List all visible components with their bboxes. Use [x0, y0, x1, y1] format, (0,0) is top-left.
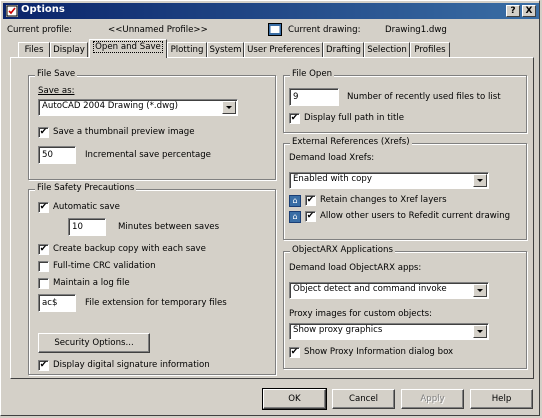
window-title: Options: [21, 4, 65, 15]
options-app-icon: [6, 5, 18, 17]
cancel-button[interactable]: Cancel: [332, 389, 395, 409]
tab-profiles[interactable]: Profiles: [410, 42, 450, 57]
chevron-down-icon[interactable]: [473, 284, 487, 297]
incremental-save-label: Incremental save percentage: [85, 150, 211, 160]
recent-files-input[interactable]: 9: [289, 88, 339, 106]
tab-display[interactable]: Display: [50, 42, 88, 57]
security-options-button[interactable]: Security Options...: [38, 333, 150, 353]
recent-files-label: Number of recently used files to list: [347, 92, 501, 102]
signature-checkbox[interactable]: ✔: [38, 360, 49, 371]
demand-load-xrefs-label: Demand load Xrefs:: [289, 153, 375, 163]
ok-button[interactable]: OK: [262, 388, 327, 410]
retain-xref-label: Retain changes to Xref layers: [320, 195, 447, 205]
tab-panel: File Save Save as: AutoCAD 2004 Drawing …: [10, 57, 534, 379]
drawing-icon: [268, 23, 282, 36]
proxy-images-value: Show proxy graphics: [293, 325, 383, 335]
file-save-group: File Save Save as: AutoCAD 2004 Drawing …: [28, 69, 276, 180]
demand-load-arx-dropdown[interactable]: Object detect and command invoke: [289, 282, 489, 299]
file-safety-group: File Safety Precautions ✔ Automatic save…: [28, 183, 276, 375]
show-proxy-label: Show Proxy Information dialog box: [304, 347, 454, 357]
xref-icon: ⌂: [289, 195, 301, 207]
objectarx-title: ObjectARX Applications: [290, 245, 395, 255]
tab-selection[interactable]: Selection: [364, 42, 410, 57]
current-profile-value: <<Unnamed Profile>>: [108, 25, 208, 35]
refedit-icon: ⌂: [289, 211, 301, 223]
thumbnail-label: Save a thumbnail preview image: [53, 127, 195, 137]
allow-refedit-label: Allow other users to Refedit current dra…: [320, 211, 511, 221]
help-title-button[interactable]: ?: [506, 5, 520, 17]
current-drawing-value: Drawing1.dwg: [385, 25, 447, 35]
file-save-title: File Save: [35, 69, 78, 79]
objectarx-group: ObjectARX Applications Demand load Objec…: [283, 245, 527, 369]
xrefs-group: External References (Xrefs) Demand load …: [283, 137, 527, 240]
proxy-images-dropdown[interactable]: Show proxy graphics: [289, 323, 489, 340]
minutes-label: Minutes between saves: [118, 222, 220, 232]
xrefs-title: External References (Xrefs): [290, 137, 412, 147]
file-open-group: File Open 9 Number of recently used file…: [283, 69, 527, 133]
thumbnail-checkbox[interactable]: ✔: [38, 127, 49, 138]
tab-user-preferences[interactable]: User Preferences: [244, 42, 323, 57]
tab-drafting[interactable]: Drafting: [323, 42, 364, 57]
chevron-down-icon[interactable]: [222, 101, 236, 114]
save-as-label: Save as:: [38, 86, 75, 96]
backup-label: Create backup copy with each save: [53, 244, 206, 254]
automatic-save-label: Automatic save: [53, 202, 120, 212]
crc-checkbox[interactable]: [38, 261, 49, 272]
allow-refedit-checkbox[interactable]: ✔: [305, 211, 316, 222]
retain-xref-checkbox[interactable]: ✔: [305, 195, 316, 206]
chevron-down-icon[interactable]: [473, 174, 487, 187]
close-button[interactable]: X: [522, 5, 536, 17]
log-checkbox[interactable]: [38, 278, 49, 289]
full-path-label: Display full path in title: [304, 113, 405, 123]
chevron-down-icon[interactable]: [473, 325, 487, 338]
file-safety-title: File Safety Precautions: [35, 183, 137, 193]
file-open-title: File Open: [290, 69, 335, 79]
current-profile-label: Current profile:: [7, 25, 73, 35]
save-as-dropdown[interactable]: AutoCAD 2004 Drawing (*.dwg): [38, 99, 238, 116]
full-path-checkbox[interactable]: ✔: [289, 113, 300, 124]
tab-open-and-save[interactable]: Open and Save: [89, 39, 167, 58]
backup-checkbox[interactable]: ✔: [38, 244, 49, 255]
temp-extension-input[interactable]: ac$: [38, 294, 76, 312]
options-dialog: Options ? X Current profile: <<Unnamed P…: [0, 0, 540, 416]
show-proxy-checkbox[interactable]: ✔: [289, 347, 300, 358]
save-as-value: AutoCAD 2004 Drawing (*.dwg): [42, 101, 178, 111]
tab-files[interactable]: Files: [18, 42, 50, 57]
automatic-save-checkbox[interactable]: ✔: [38, 202, 49, 213]
log-label: Maintain a log file: [53, 278, 130, 288]
apply-button[interactable]: Apply: [401, 389, 464, 409]
demand-load-arx-value: Object detect and command invoke: [293, 284, 447, 294]
title-bar[interactable]: Options ? X: [3, 3, 539, 19]
tab-system[interactable]: System: [207, 42, 244, 57]
proxy-images-label: Proxy images for custom objects:: [289, 309, 433, 319]
minutes-input[interactable]: 10: [68, 218, 106, 236]
demand-load-xrefs-value: Enabled with copy: [293, 174, 372, 184]
help-button[interactable]: Help: [470, 389, 533, 409]
demand-load-arx-label: Demand load ObjectARX apps:: [289, 263, 422, 273]
tab-plotting[interactable]: Plotting: [167, 42, 207, 57]
temp-extension-label: File extension for temporary files: [85, 298, 227, 308]
crc-label: Full-time CRC validation: [53, 261, 156, 271]
demand-load-xrefs-dropdown[interactable]: Enabled with copy: [289, 172, 489, 189]
current-drawing-label: Current drawing:: [288, 25, 361, 35]
incremental-save-input[interactable]: 50: [38, 146, 76, 164]
signature-label: Display digital signature information: [53, 360, 210, 370]
